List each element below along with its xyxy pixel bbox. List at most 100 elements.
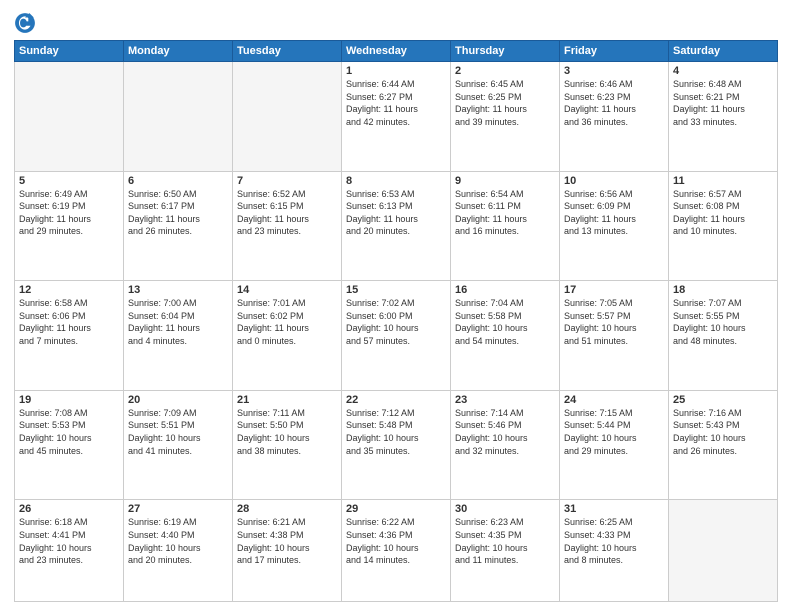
day-info: Sunrise: 6:49 AM Sunset: 6:19 PM Dayligh… xyxy=(19,188,119,238)
day-number: 2 xyxy=(455,65,555,77)
calendar-cell xyxy=(669,500,778,602)
day-number: 30 xyxy=(455,503,555,515)
calendar-cell: 15Sunrise: 7:02 AM Sunset: 6:00 PM Dayli… xyxy=(342,281,451,391)
calendar-cell: 21Sunrise: 7:11 AM Sunset: 5:50 PM Dayli… xyxy=(233,390,342,500)
calendar-cell: 2Sunrise: 6:45 AM Sunset: 6:25 PM Daylig… xyxy=(451,62,560,172)
calendar-cell: 20Sunrise: 7:09 AM Sunset: 5:51 PM Dayli… xyxy=(124,390,233,500)
calendar-page: SundayMondayTuesdayWednesdayThursdayFrid… xyxy=(0,0,792,612)
day-info: Sunrise: 6:58 AM Sunset: 6:06 PM Dayligh… xyxy=(19,297,119,347)
day-number: 3 xyxy=(564,65,664,77)
day-number: 24 xyxy=(564,394,664,406)
day-info: Sunrise: 6:57 AM Sunset: 6:08 PM Dayligh… xyxy=(673,188,773,238)
day-info: Sunrise: 7:05 AM Sunset: 5:57 PM Dayligh… xyxy=(564,297,664,347)
day-info: Sunrise: 6:56 AM Sunset: 6:09 PM Dayligh… xyxy=(564,188,664,238)
day-number: 14 xyxy=(237,284,337,296)
calendar-cell: 10Sunrise: 6:56 AM Sunset: 6:09 PM Dayli… xyxy=(560,171,669,281)
day-number: 8 xyxy=(346,175,446,187)
calendar-cell: 29Sunrise: 6:22 AM Sunset: 4:36 PM Dayli… xyxy=(342,500,451,602)
calendar-cell: 28Sunrise: 6:21 AM Sunset: 4:38 PM Dayli… xyxy=(233,500,342,602)
weekday-header-row: SundayMondayTuesdayWednesdayThursdayFrid… xyxy=(15,41,778,62)
calendar-cell: 19Sunrise: 7:08 AM Sunset: 5:53 PM Dayli… xyxy=(15,390,124,500)
day-info: Sunrise: 7:14 AM Sunset: 5:46 PM Dayligh… xyxy=(455,407,555,457)
day-info: Sunrise: 6:48 AM Sunset: 6:21 PM Dayligh… xyxy=(673,78,773,128)
weekday-header-monday: Monday xyxy=(124,41,233,62)
calendar-cell: 12Sunrise: 6:58 AM Sunset: 6:06 PM Dayli… xyxy=(15,281,124,391)
day-info: Sunrise: 6:53 AM Sunset: 6:13 PM Dayligh… xyxy=(346,188,446,238)
day-number: 4 xyxy=(673,65,773,77)
weekday-header-thursday: Thursday xyxy=(451,41,560,62)
day-info: Sunrise: 6:22 AM Sunset: 4:36 PM Dayligh… xyxy=(346,516,446,566)
calendar-cell: 14Sunrise: 7:01 AM Sunset: 6:02 PM Dayli… xyxy=(233,281,342,391)
weekday-header-friday: Friday xyxy=(560,41,669,62)
day-number: 6 xyxy=(128,175,228,187)
day-info: Sunrise: 7:04 AM Sunset: 5:58 PM Dayligh… xyxy=(455,297,555,347)
day-info: Sunrise: 7:11 AM Sunset: 5:50 PM Dayligh… xyxy=(237,407,337,457)
week-row-3: 12Sunrise: 6:58 AM Sunset: 6:06 PM Dayli… xyxy=(15,281,778,391)
day-number: 16 xyxy=(455,284,555,296)
logo xyxy=(14,12,38,34)
calendar-cell: 27Sunrise: 6:19 AM Sunset: 4:40 PM Dayli… xyxy=(124,500,233,602)
calendar-cell: 3Sunrise: 6:46 AM Sunset: 6:23 PM Daylig… xyxy=(560,62,669,172)
week-row-4: 19Sunrise: 7:08 AM Sunset: 5:53 PM Dayli… xyxy=(15,390,778,500)
day-number: 18 xyxy=(673,284,773,296)
day-info: Sunrise: 6:21 AM Sunset: 4:38 PM Dayligh… xyxy=(237,516,337,566)
calendar-cell: 9Sunrise: 6:54 AM Sunset: 6:11 PM Daylig… xyxy=(451,171,560,281)
day-number: 29 xyxy=(346,503,446,515)
week-row-1: 1Sunrise: 6:44 AM Sunset: 6:27 PM Daylig… xyxy=(15,62,778,172)
day-number: 27 xyxy=(128,503,228,515)
day-number: 11 xyxy=(673,175,773,187)
week-row-2: 5Sunrise: 6:49 AM Sunset: 6:19 PM Daylig… xyxy=(15,171,778,281)
day-info: Sunrise: 7:16 AM Sunset: 5:43 PM Dayligh… xyxy=(673,407,773,457)
calendar-cell: 7Sunrise: 6:52 AM Sunset: 6:15 PM Daylig… xyxy=(233,171,342,281)
calendar-cell: 4Sunrise: 6:48 AM Sunset: 6:21 PM Daylig… xyxy=(669,62,778,172)
day-number: 28 xyxy=(237,503,337,515)
day-info: Sunrise: 7:01 AM Sunset: 6:02 PM Dayligh… xyxy=(237,297,337,347)
weekday-header-sunday: Sunday xyxy=(15,41,124,62)
calendar-cell: 24Sunrise: 7:15 AM Sunset: 5:44 PM Dayli… xyxy=(560,390,669,500)
day-info: Sunrise: 6:54 AM Sunset: 6:11 PM Dayligh… xyxy=(455,188,555,238)
weekday-header-saturday: Saturday xyxy=(669,41,778,62)
logo-icon xyxy=(14,12,36,34)
day-number: 17 xyxy=(564,284,664,296)
calendar-cell: 30Sunrise: 6:23 AM Sunset: 4:35 PM Dayli… xyxy=(451,500,560,602)
day-number: 5 xyxy=(19,175,119,187)
day-info: Sunrise: 7:02 AM Sunset: 6:00 PM Dayligh… xyxy=(346,297,446,347)
calendar-cell: 26Sunrise: 6:18 AM Sunset: 4:41 PM Dayli… xyxy=(15,500,124,602)
day-number: 31 xyxy=(564,503,664,515)
calendar-cell: 17Sunrise: 7:05 AM Sunset: 5:57 PM Dayli… xyxy=(560,281,669,391)
day-number: 9 xyxy=(455,175,555,187)
day-number: 20 xyxy=(128,394,228,406)
day-number: 22 xyxy=(346,394,446,406)
day-number: 1 xyxy=(346,65,446,77)
header xyxy=(14,10,778,34)
calendar-cell: 11Sunrise: 6:57 AM Sunset: 6:08 PM Dayli… xyxy=(669,171,778,281)
weekday-header-wednesday: Wednesday xyxy=(342,41,451,62)
day-info: Sunrise: 7:15 AM Sunset: 5:44 PM Dayligh… xyxy=(564,407,664,457)
calendar-cell xyxy=(124,62,233,172)
day-info: Sunrise: 7:08 AM Sunset: 5:53 PM Dayligh… xyxy=(19,407,119,457)
calendar-cell: 31Sunrise: 6:25 AM Sunset: 4:33 PM Dayli… xyxy=(560,500,669,602)
day-info: Sunrise: 6:50 AM Sunset: 6:17 PM Dayligh… xyxy=(128,188,228,238)
day-info: Sunrise: 6:25 AM Sunset: 4:33 PM Dayligh… xyxy=(564,516,664,566)
calendar-cell: 16Sunrise: 7:04 AM Sunset: 5:58 PM Dayli… xyxy=(451,281,560,391)
day-info: Sunrise: 6:23 AM Sunset: 4:35 PM Dayligh… xyxy=(455,516,555,566)
day-info: Sunrise: 7:00 AM Sunset: 6:04 PM Dayligh… xyxy=(128,297,228,347)
calendar-cell: 8Sunrise: 6:53 AM Sunset: 6:13 PM Daylig… xyxy=(342,171,451,281)
day-info: Sunrise: 6:52 AM Sunset: 6:15 PM Dayligh… xyxy=(237,188,337,238)
day-info: Sunrise: 7:07 AM Sunset: 5:55 PM Dayligh… xyxy=(673,297,773,347)
day-number: 23 xyxy=(455,394,555,406)
day-info: Sunrise: 6:46 AM Sunset: 6:23 PM Dayligh… xyxy=(564,78,664,128)
day-info: Sunrise: 7:12 AM Sunset: 5:48 PM Dayligh… xyxy=(346,407,446,457)
day-info: Sunrise: 6:44 AM Sunset: 6:27 PM Dayligh… xyxy=(346,78,446,128)
calendar-cell: 5Sunrise: 6:49 AM Sunset: 6:19 PM Daylig… xyxy=(15,171,124,281)
calendar-cell: 22Sunrise: 7:12 AM Sunset: 5:48 PM Dayli… xyxy=(342,390,451,500)
day-number: 13 xyxy=(128,284,228,296)
calendar-cell xyxy=(233,62,342,172)
calendar-cell: 23Sunrise: 7:14 AM Sunset: 5:46 PM Dayli… xyxy=(451,390,560,500)
day-number: 26 xyxy=(19,503,119,515)
day-info: Sunrise: 7:09 AM Sunset: 5:51 PM Dayligh… xyxy=(128,407,228,457)
week-row-5: 26Sunrise: 6:18 AM Sunset: 4:41 PM Dayli… xyxy=(15,500,778,602)
calendar-cell: 6Sunrise: 6:50 AM Sunset: 6:17 PM Daylig… xyxy=(124,171,233,281)
day-number: 21 xyxy=(237,394,337,406)
day-info: Sunrise: 6:19 AM Sunset: 4:40 PM Dayligh… xyxy=(128,516,228,566)
